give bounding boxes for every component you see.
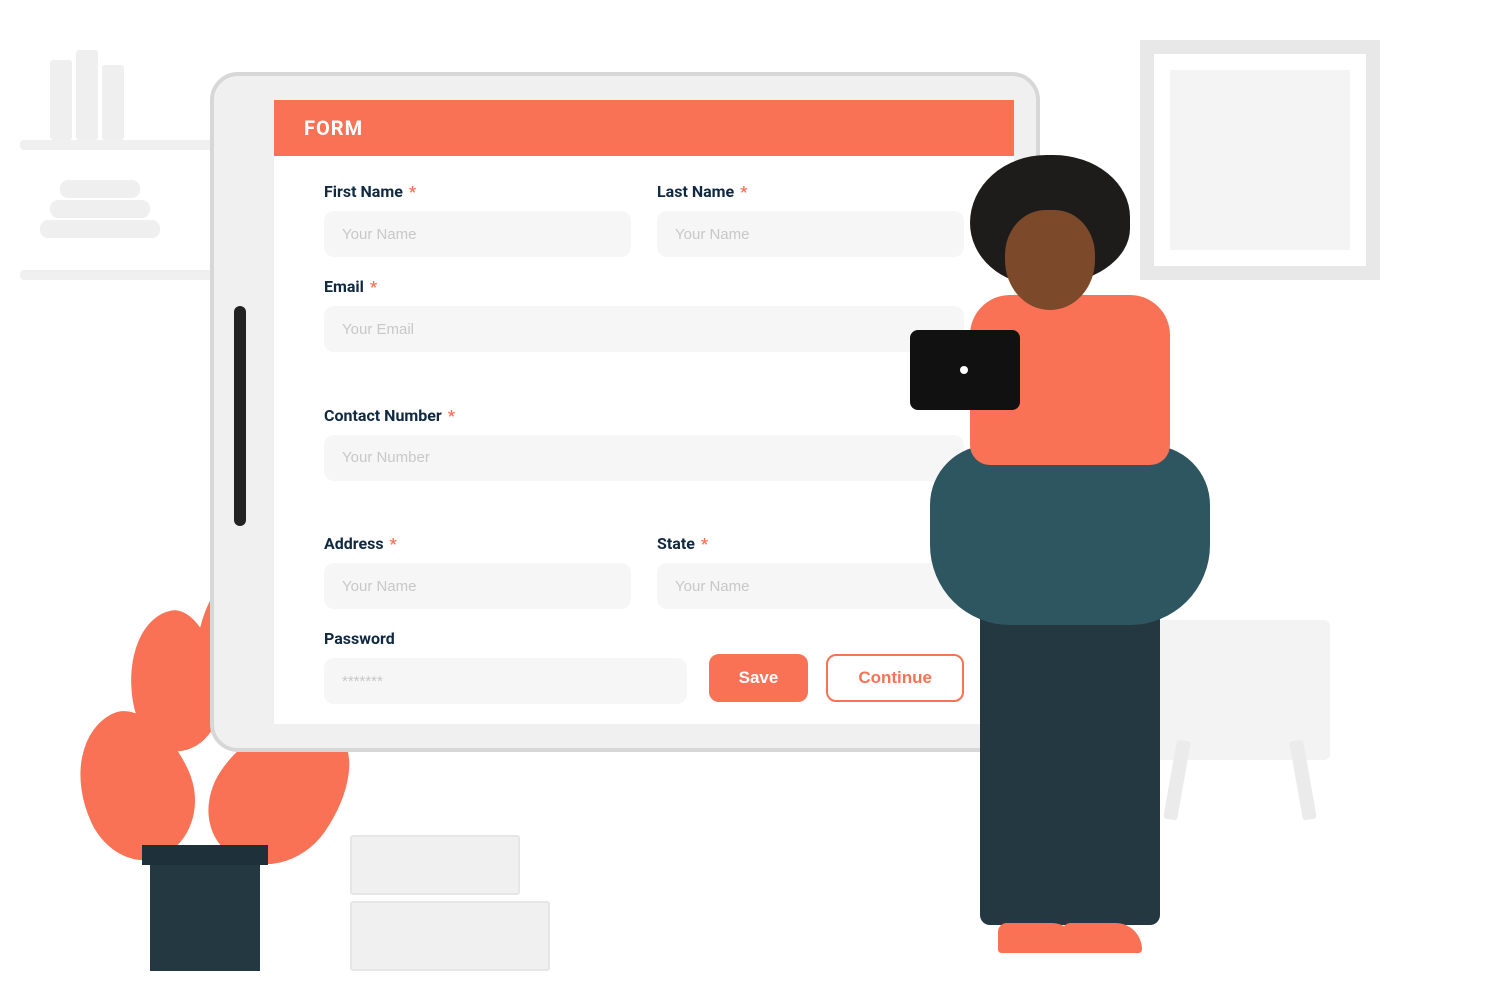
form-header: FORM [274,100,1014,156]
password-input[interactable] [324,658,687,704]
form-title: FORM [304,116,363,140]
person-illustration [950,155,1230,965]
contact-number-input[interactable] [324,435,964,481]
storage-boxes-decoration [350,829,550,971]
state-label: State [657,534,695,553]
form-body: First Name * Last Name * Email * [274,156,1014,724]
last-name-label: Last Name [657,182,734,201]
field-contact-number: Contact Number * [324,406,964,515]
form-buttons: Save Continue [709,654,964,704]
last-name-input[interactable] [657,211,964,257]
required-mark: * [448,406,455,425]
tablet-device: FORM First Name * Last Name * [210,72,1040,752]
field-password: Password [324,629,687,704]
continue-button[interactable]: Continue [826,654,964,702]
field-last-name: Last Name * [657,182,964,257]
address-label: Address [324,534,384,553]
first-name-input[interactable] [324,211,631,257]
device-home-button [234,306,246,526]
field-email: Email * [324,277,964,386]
handheld-tablet-icon [910,330,1020,410]
bookshelf-decoration [20,20,240,350]
required-mark: * [740,182,747,201]
field-address: Address * [324,534,631,609]
state-input[interactable] [657,563,964,609]
required-mark: * [370,277,377,296]
required-mark: * [701,534,708,553]
password-label: Password [324,629,395,648]
field-state: State * [657,534,964,609]
form-screen: FORM First Name * Last Name * [274,100,1014,724]
required-mark: * [409,182,416,201]
email-input[interactable] [324,306,964,352]
address-input[interactable] [324,563,631,609]
save-button[interactable]: Save [709,654,809,702]
email-label: Email [324,277,364,296]
required-mark: * [390,534,397,553]
field-first-name: First Name * [324,182,631,257]
contact-label: Contact Number [324,406,442,425]
first-name-label: First Name [324,182,403,201]
